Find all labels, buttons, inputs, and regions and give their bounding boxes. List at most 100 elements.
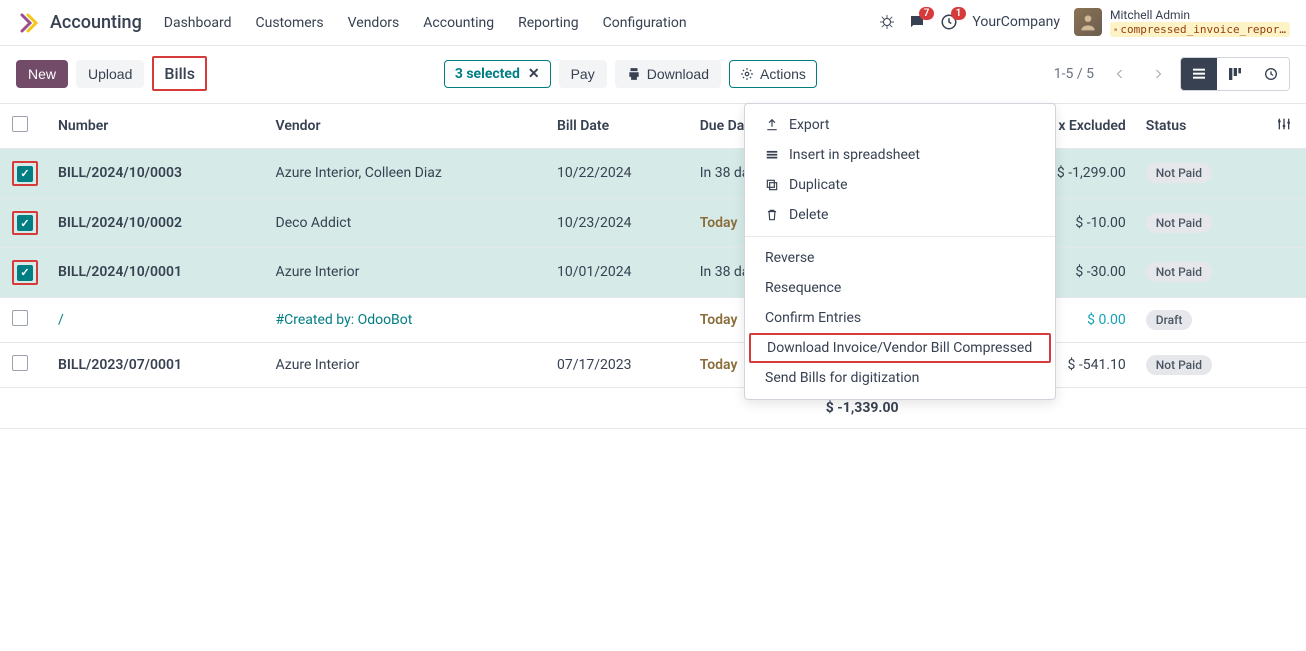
actions-label: Actions — [760, 66, 806, 82]
table-row[interactable]: BILL/2024/10/0001Azure Interior10/01/202… — [0, 248, 1306, 298]
settings-icon — [1276, 116, 1292, 132]
cell-vendor: Deco Addict — [266, 198, 547, 248]
col-optional[interactable] — [1266, 104, 1306, 149]
menu-download-compressed[interactable]: Download Invoice/Vendor Bill Compressed — [749, 333, 1051, 363]
col-bill-date[interactable]: Bill Date — [547, 104, 690, 149]
pager-prev[interactable] — [1104, 58, 1136, 90]
upload-button[interactable]: Upload — [76, 60, 144, 88]
menu-delete-label: Delete — [789, 207, 828, 223]
list-view-button[interactable] — [1181, 58, 1217, 90]
menu-delete[interactable]: Delete — [745, 200, 1055, 230]
top-right: 7 1 YourCompany Mitchell Admin compresse… — [880, 8, 1290, 38]
pager-next[interactable] — [1142, 58, 1174, 90]
user-menu[interactable]: Mitchell Admin compressed_invoice_repor… — [1074, 8, 1290, 38]
actions-button[interactable]: Actions — [729, 60, 817, 88]
print-icon — [627, 67, 641, 81]
gear-icon — [740, 67, 754, 81]
row-checkbox[interactable] — [12, 355, 28, 371]
cell-vendor: Azure Interior — [266, 248, 547, 298]
user-info: Mitchell Admin compressed_invoice_repor… — [1110, 8, 1290, 38]
menu-confirm-entries[interactable]: Confirm Entries — [745, 303, 1055, 333]
col-status[interactable]: Status — [1136, 104, 1266, 149]
select-all-checkbox[interactable] — [12, 116, 28, 132]
user-file-badge: compressed_invoice_repor… — [1110, 22, 1290, 37]
menu-export[interactable]: Export — [745, 110, 1055, 140]
status-badge: Not Paid — [1146, 355, 1212, 375]
new-button[interactable]: New — [16, 60, 68, 88]
control-toolbar: New Upload Bills 3 selected ✕ Pay Downlo… — [0, 46, 1306, 103]
cell-number[interactable]: BILL/2024/10/0002 — [48, 198, 266, 248]
list-icon — [1191, 66, 1207, 82]
table-row[interactable]: /#Created by: OdooBotToday$ 0.00Draft — [0, 297, 1306, 342]
cell-number[interactable]: BILL/2024/10/0003 — [48, 149, 266, 199]
menu-insert-label: Insert in spreadsheet — [789, 147, 920, 163]
chevron-left-icon — [1114, 68, 1126, 80]
cell-number[interactable]: BILL/2024/10/0001 — [48, 248, 266, 298]
breadcrumb-bills[interactable]: Bills — [152, 56, 207, 91]
cell-vendor: #Created by: OdooBot — [266, 297, 547, 342]
row-checkbox[interactable] — [12, 310, 28, 326]
avatar — [1074, 8, 1102, 36]
cell-bill-date: 10/23/2024 — [547, 198, 690, 248]
table-row[interactable]: BILL/2024/10/0003Azure Interior, Colleen… — [0, 149, 1306, 199]
user-name: Mitchell Admin — [1110, 8, 1290, 22]
menu-duplicate[interactable]: Duplicate — [745, 170, 1055, 200]
trash-icon — [765, 208, 779, 222]
top-nav: Accounting Dashboard Customers Vendors A… — [0, 0, 1306, 46]
menu-insert-spreadsheet[interactable]: Insert in spreadsheet — [745, 140, 1055, 170]
cell-status: Not Paid — [1136, 248, 1266, 298]
menu-reverse[interactable]: Reverse — [745, 243, 1055, 273]
pager-text[interactable]: 1-5 / 5 — [1054, 66, 1094, 82]
table-row[interactable]: BILL/2023/07/0001Azure Interior07/17/202… — [0, 342, 1306, 387]
menu-send-digitization-label: Send Bills for digitization — [765, 370, 919, 386]
app-logo[interactable] — [16, 11, 40, 35]
cell-bill-date: 10/22/2024 — [547, 149, 690, 199]
pay-button[interactable]: Pay — [559, 60, 607, 88]
kanban-view-button[interactable] — [1217, 58, 1253, 90]
cell-status: Not Paid — [1136, 342, 1266, 387]
nav-customers[interactable]: Customers — [256, 15, 324, 31]
nav-configuration[interactable]: Configuration — [603, 15, 687, 31]
kanban-icon — [1227, 66, 1243, 82]
debug-icon[interactable] — [880, 15, 894, 29]
download-button[interactable]: Download — [615, 60, 721, 88]
nav-reporting[interactable]: Reporting — [518, 15, 579, 31]
activities-badge: 1 — [951, 7, 967, 20]
row-checkbox[interactable] — [17, 265, 33, 281]
clear-selection-icon[interactable]: ✕ — [528, 66, 540, 82]
view-switcher — [1180, 57, 1290, 91]
cell-bill-date: 07/17/2023 — [547, 342, 690, 387]
menu-download-compressed-label: Download Invoice/Vendor Bill Compressed — [767, 340, 1032, 356]
menu-export-label: Export — [789, 117, 829, 133]
cell-status: Draft — [1136, 297, 1266, 342]
col-number[interactable]: Number — [48, 104, 266, 149]
activities-icon[interactable]: 1 — [940, 13, 958, 31]
status-badge: Draft — [1146, 310, 1193, 330]
nav-vendors[interactable]: Vendors — [348, 15, 400, 31]
download-label: Download — [647, 66, 709, 82]
menu-separator — [745, 236, 1055, 237]
messages-icon[interactable]: 7 — [908, 13, 926, 31]
actions-dropdown: Export Insert in spreadsheet Duplicate D… — [744, 103, 1056, 400]
nav-dashboard[interactable]: Dashboard — [164, 15, 232, 31]
bills-table: Number Vendor Bill Date Due Date x Exclu… — [0, 103, 1306, 429]
status-badge: Not Paid — [1146, 163, 1212, 183]
cell-number[interactable]: / — [48, 297, 266, 342]
nav-accounting[interactable]: Accounting — [423, 15, 494, 31]
row-checkbox[interactable] — [17, 215, 33, 231]
company-switcher[interactable]: YourCompany — [972, 14, 1060, 30]
messages-badge: 7 — [919, 7, 935, 20]
status-badge: Not Paid — [1146, 213, 1212, 233]
clock-icon — [1263, 66, 1279, 82]
user-file-label: compressed_invoice_repor… — [1120, 23, 1286, 36]
menu-send-digitization[interactable]: Send Bills for digitization — [745, 363, 1055, 393]
pivot-view-button[interactable] — [1253, 58, 1289, 90]
nav-links: Dashboard Customers Vendors Accounting R… — [164, 15, 687, 31]
app-title[interactable]: Accounting — [50, 12, 142, 33]
table-row[interactable]: BILL/2024/10/0002Deco Addict10/23/2024To… — [0, 198, 1306, 248]
menu-resequence[interactable]: Resequence — [745, 273, 1055, 303]
cell-number[interactable]: BILL/2023/07/0001 — [48, 342, 266, 387]
row-checkbox[interactable] — [17, 166, 33, 182]
col-vendor[interactable]: Vendor — [266, 104, 547, 149]
menu-resequence-label: Resequence — [765, 280, 841, 296]
